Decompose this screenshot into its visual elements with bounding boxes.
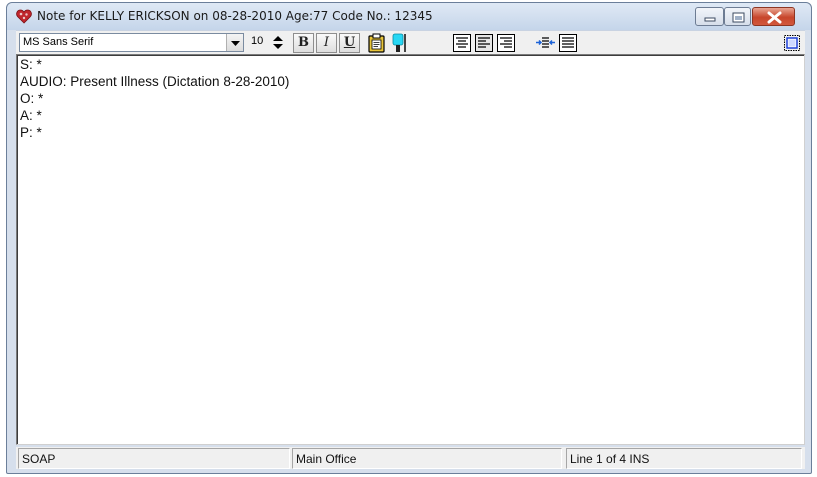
font-dropdown-button[interactable] (226, 34, 243, 51)
bold-button[interactable]: B (293, 33, 314, 53)
editor-line: AUDIO: Present Illness (Dictation 8-28-2… (20, 74, 290, 89)
justify-icon[interactable] (558, 33, 579, 53)
align-left-icon[interactable] (474, 33, 495, 53)
editor-line: O: * (20, 91, 44, 106)
italic-button[interactable]: I (316, 33, 337, 53)
editor-line: A: * (20, 108, 42, 123)
underline-button[interactable]: U (339, 33, 360, 53)
window-title: Note for KELLY ERICKSON on 08-28-2010 Ag… (37, 9, 433, 23)
font-size-value: 10 (251, 35, 264, 47)
heart-icon (16, 9, 32, 24)
indent-icon[interactable] (535, 33, 556, 53)
highlighter-icon[interactable] (389, 33, 410, 53)
minimize-button[interactable] (695, 7, 724, 26)
minimize-icon (704, 17, 716, 22)
maximize-button[interactable] (724, 7, 751, 26)
spinner-icon[interactable] (270, 34, 286, 51)
chevron-down-icon (231, 41, 240, 46)
formatting-toolbar: MS Sans Serif 10 B I U (16, 30, 805, 54)
status-template: SOAP (18, 448, 290, 469)
status-bar: SOAP Main Office Line 1 of 4 INS (16, 447, 805, 469)
font-size-stepper[interactable]: 10 (248, 33, 288, 52)
title-bar[interactable]: Note for KELLY ERICKSON on 08-28-2010 Ag… (7, 3, 811, 30)
note-editor[interactable]: S: * AUDIO: Present Illness (Dictation 8… (16, 54, 805, 445)
status-office: Main Office (292, 448, 562, 469)
status-position: Line 1 of 4 INS (566, 448, 802, 469)
font-family-select[interactable]: MS Sans Serif (19, 33, 244, 52)
editor-line: P: * (20, 125, 42, 140)
align-right-icon[interactable] (496, 33, 517, 53)
align-center-icon[interactable] (452, 33, 473, 53)
note-window: Note for KELLY ERICKSON on 08-28-2010 Ag… (6, 2, 812, 474)
maximize-icon (732, 12, 745, 23)
close-button[interactable] (752, 7, 795, 26)
font-family-value: MS Sans Serif (23, 36, 94, 48)
editor-line: S: * (20, 57, 42, 72)
clipboard-icon[interactable] (366, 33, 387, 53)
close-icon (767, 11, 782, 24)
fullscreen-icon[interactable] (782, 33, 803, 53)
